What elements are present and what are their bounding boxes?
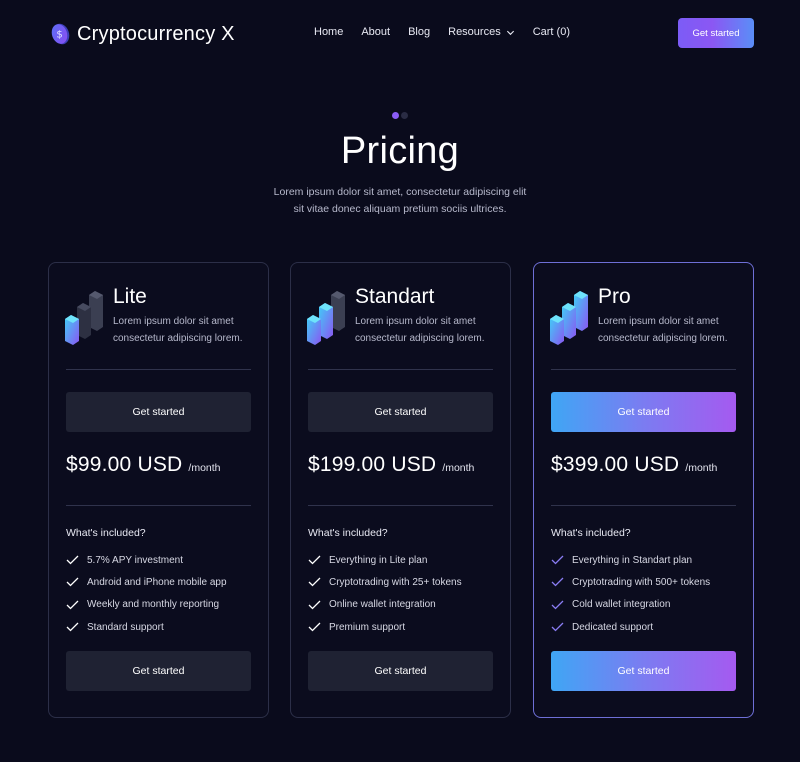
plan-description: Lorem ipsum dolor sit amet consectetur a…	[598, 316, 728, 344]
brand-name: Cryptocurrency X	[77, 22, 235, 45]
plan-name: Lite	[113, 285, 147, 308]
bar-blocks-icon	[550, 291, 588, 345]
brand-logo[interactable]: $ Cryptocurrency X	[49, 22, 235, 46]
site-header: $ Cryptocurrency X Home About Blog Resou…	[0, 0, 800, 66]
price-amount: $99.00 USD	[66, 453, 183, 476]
plan-name: Standart	[355, 285, 435, 308]
nav-resources[interactable]: Resources	[448, 26, 515, 38]
plan-description: Lorem ipsum dolor sit amet consectetur a…	[355, 316, 485, 344]
check-icon	[551, 555, 564, 565]
plan-price: $399.00 USD /month	[551, 453, 717, 477]
divider	[66, 505, 251, 506]
chevron-down-icon	[506, 30, 514, 35]
check-icon	[66, 622, 79, 632]
indicator-dot-active	[392, 112, 399, 119]
plan-price: $199.00 USD /month	[308, 453, 474, 477]
plan-card-lite: Lite Lorem ipsum dolor sit amet consecte…	[48, 262, 269, 718]
nav-about[interactable]: About	[361, 26, 390, 38]
price-period: /month	[188, 462, 221, 474]
feature-label: Weekly and monthly reporting	[87, 599, 220, 611]
feature-label: Cryptotrading with 25+ tokens	[329, 576, 462, 588]
pro-get-started-button[interactable]: Get started	[551, 392, 736, 432]
check-icon	[551, 577, 564, 587]
check-icon	[308, 622, 321, 632]
check-icon	[66, 577, 79, 587]
feature-label: Cold wallet integration	[572, 599, 671, 611]
standart-get-started-button[interactable]: Get started	[308, 392, 493, 432]
feature-label: Everything in Standart plan	[572, 554, 693, 566]
lite-get-started-button-bottom[interactable]: Get started	[66, 651, 251, 691]
price-period: /month	[442, 462, 475, 474]
feature-label: Cryptotrading with 500+ tokens	[572, 576, 711, 588]
list-item: Weekly and monthly reporting	[66, 594, 227, 616]
price-period: /month	[685, 462, 718, 474]
feature-label: Dedicated support	[572, 621, 654, 633]
check-icon	[66, 555, 79, 565]
coin-icon: $	[51, 23, 70, 45]
included-title: What's included?	[308, 527, 388, 539]
section-indicator	[392, 112, 408, 119]
plan-price: $99.00 USD /month	[66, 453, 221, 477]
divider	[66, 369, 251, 370]
page-title: Pricing	[340, 130, 460, 172]
nav-resources-label: Resources	[448, 26, 501, 38]
list-item: Everything in Standart plan	[551, 549, 710, 571]
feature-label: Android and iPhone mobile app	[87, 576, 227, 588]
divider	[308, 505, 493, 506]
bar-blocks-icon	[65, 291, 103, 345]
list-item: Premium support	[308, 616, 462, 638]
feature-label: Standard support	[87, 621, 164, 633]
plan-card-pro: Pro Lorem ipsum dolor sit amet consectet…	[533, 262, 754, 718]
feature-label: Online wallet integration	[329, 599, 436, 611]
check-icon	[308, 600, 321, 610]
list-item: Online wallet integration	[308, 594, 462, 616]
list-item: Cryptotrading with 500+ tokens	[551, 571, 710, 593]
nav-cart[interactable]: Cart (0)	[533, 26, 570, 38]
check-icon	[551, 622, 564, 632]
list-item: 5.7% APY investment	[66, 549, 227, 571]
feature-list: Everything in Standart plan Cryptotradin…	[551, 549, 710, 638]
check-icon	[66, 600, 79, 610]
check-icon	[308, 577, 321, 587]
check-icon	[551, 600, 564, 610]
divider	[308, 369, 493, 370]
list-item: Standard support	[66, 616, 227, 638]
list-item: Dedicated support	[551, 616, 710, 638]
feature-label: 5.7% APY investment	[87, 554, 183, 566]
divider	[551, 369, 736, 370]
included-title: What's included?	[66, 527, 146, 539]
feature-label: Premium support	[329, 621, 406, 633]
plan-description: Lorem ipsum dolor sit amet consectetur a…	[113, 316, 243, 344]
nav-blog[interactable]: Blog	[408, 26, 430, 38]
plan-name: Pro	[598, 285, 631, 308]
feature-list: Everything in Lite plan Cryptotrading wi…	[308, 549, 462, 638]
price-amount: $399.00 USD	[551, 453, 680, 476]
feature-label: Everything in Lite plan	[329, 554, 428, 566]
nav-home[interactable]: Home	[314, 26, 343, 38]
list-item: Cold wallet integration	[551, 594, 710, 616]
indicator-dot	[401, 112, 408, 119]
lite-get-started-button[interactable]: Get started	[66, 392, 251, 432]
list-item: Cryptotrading with 25+ tokens	[308, 571, 462, 593]
bar-blocks-icon	[307, 291, 345, 345]
feature-list: 5.7% APY investment Android and iPhone m…	[66, 549, 227, 638]
page-subtitle: Lorem ipsum dolor sit amet, consectetur …	[273, 186, 527, 215]
included-title: What's included?	[551, 527, 631, 539]
list-item: Android and iPhone mobile app	[66, 571, 227, 593]
svg-text:$: $	[56, 30, 62, 41]
main-nav: Home About Blog Resources Cart (0)	[314, 26, 570, 38]
plan-card-standart: Standart Lorem ipsum dolor sit amet cons…	[290, 262, 511, 718]
standart-get-started-button-bottom[interactable]: Get started	[308, 651, 493, 691]
divider	[551, 505, 736, 506]
check-icon	[308, 555, 321, 565]
header-get-started-button[interactable]: Get started	[678, 18, 754, 48]
price-amount: $199.00 USD	[308, 453, 437, 476]
list-item: Everything in Lite plan	[308, 549, 462, 571]
pro-get-started-button-bottom[interactable]: Get started	[551, 651, 736, 691]
